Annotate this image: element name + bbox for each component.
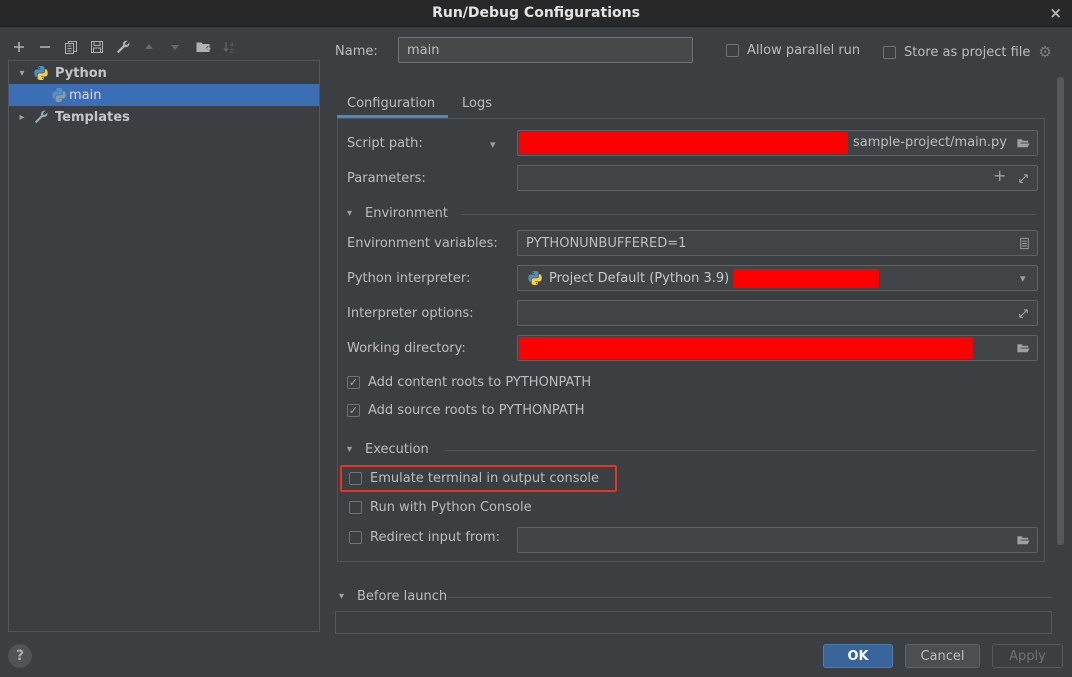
browse-variables-icon[interactable]: [1015, 234, 1033, 252]
add-source-roots-row[interactable]: ✓ Add source roots to PYTHONPATH: [347, 403, 585, 418]
title-bar: Run/Debug Configurations ×: [0, 0, 1072, 27]
execution-section-chevron-icon[interactable]: ▾: [347, 444, 352, 455]
tree-item-templates[interactable]: ▸ Templates: [9, 106, 319, 128]
copy-icon[interactable]: [62, 38, 80, 56]
apply-button[interactable]: Apply: [992, 644, 1063, 668]
expand-field-icon[interactable]: [1014, 169, 1032, 187]
run-python-console-row[interactable]: Run with Python Console: [349, 500, 532, 515]
before-launch-label[interactable]: Before launch: [357, 589, 447, 604]
svg-text:a: a: [230, 41, 234, 48]
chevron-right-icon[interactable]: ▸: [15, 112, 29, 123]
add-icon[interactable]: [10, 38, 28, 56]
move-down-icon[interactable]: [166, 38, 184, 56]
store-as-project-file-label[interactable]: Store as project file: [904, 45, 1030, 60]
python-interpreter-value: Project Default (Python 3.9): [549, 271, 729, 286]
tab-logs[interactable]: Logs: [462, 96, 492, 111]
section-rule: [462, 214, 1036, 215]
help-button[interactable]: ?: [8, 644, 32, 668]
tree-item-main[interactable]: main: [9, 84, 319, 106]
ok-button[interactable]: OK: [823, 644, 893, 668]
redirect-input-label[interactable]: Redirect input from:: [370, 530, 500, 545]
add-content-roots-row[interactable]: ✓ Add content roots to PYTHONPATH: [347, 375, 591, 390]
allow-parallel-run-label[interactable]: Allow parallel run: [747, 43, 860, 58]
parameters-input[interactable]: [517, 165, 1038, 191]
allow-parallel-run-checkbox-row[interactable]: Allow parallel run: [726, 43, 860, 58]
redaction-overlay: [519, 337, 973, 359]
python-interpreter-label: Python interpreter:: [347, 271, 470, 286]
store-as-project-file-checkbox[interactable]: [883, 46, 896, 59]
script-path-value: sample-project/main.py: [853, 135, 1007, 150]
run-python-console-checkbox[interactable]: [349, 501, 362, 514]
interpreter-dropdown-icon[interactable]: ▾: [1020, 272, 1026, 285]
script-path-kind-dropdown-icon[interactable]: ▾: [490, 138, 496, 151]
before-launch-task-list[interactable]: [335, 611, 1052, 634]
new-folder-icon[interactable]: [194, 38, 212, 56]
allow-parallel-run-checkbox[interactable]: [726, 44, 739, 57]
before-launch-chevron-icon[interactable]: ▾: [339, 591, 344, 602]
chevron-down-icon[interactable]: ▾: [15, 68, 29, 79]
red-highlight-annotation: [340, 465, 617, 492]
redirect-input-file-input[interactable]: [517, 527, 1038, 553]
tree-item-python[interactable]: ▾ Python: [9, 62, 319, 84]
cancel-button[interactable]: Cancel: [905, 644, 980, 668]
configurations-tree: ▾ Python main ▸ Templates: [8, 60, 320, 632]
add-macro-icon[interactable]: +: [993, 166, 1006, 185]
close-icon[interactable]: ×: [1049, 4, 1062, 22]
name-label: Name:: [335, 44, 378, 59]
environment-variables-input[interactable]: PYTHONUNBUFFERED=1: [517, 230, 1038, 256]
svg-text:z: z: [230, 48, 233, 55]
interpreter-options-label: Interpreter options:: [347, 306, 474, 321]
python-icon: [33, 65, 49, 81]
add-source-roots-label[interactable]: Add source roots to PYTHONPATH: [368, 403, 585, 418]
name-value: main: [399, 43, 439, 58]
redaction-overlay: [733, 269, 879, 288]
interpreter-options-input[interactable]: [517, 300, 1038, 326]
edit-templates-wrench-icon[interactable]: [114, 38, 132, 56]
python-icon: [51, 87, 67, 103]
remove-icon[interactable]: [36, 38, 54, 56]
environment-variables-label: Environment variables:: [347, 236, 498, 251]
tree-item-templates-label[interactable]: Templates: [55, 110, 130, 125]
add-content-roots-checkbox[interactable]: ✓: [347, 376, 360, 389]
gear-icon[interactable]: ⚙: [1038, 43, 1051, 61]
add-content-roots-label[interactable]: Add content roots to PYTHONPATH: [368, 375, 591, 390]
redirect-input-checkbox[interactable]: [349, 531, 362, 544]
execution-section-label[interactable]: Execution: [365, 442, 429, 457]
environment-section-chevron-icon[interactable]: ▾: [347, 208, 352, 219]
folder-icon[interactable]: [1014, 339, 1032, 357]
environment-variables-value: PYTHONUNBUFFERED=1: [518, 236, 686, 251]
redaction-overlay: [519, 132, 848, 154]
store-as-project-file-checkbox-row[interactable]: Store as project file ⚙: [883, 43, 1052, 61]
move-up-icon[interactable]: [140, 38, 158, 56]
vertical-scrollbar-thumb[interactable]: [1057, 77, 1064, 545]
wrench-icon: [33, 109, 49, 125]
save-icon[interactable]: [88, 38, 106, 56]
redirect-input-row[interactable]: Redirect input from:: [349, 530, 500, 545]
environment-section-label[interactable]: Environment: [365, 206, 448, 221]
python-icon: [527, 270, 543, 286]
run-python-console-label[interactable]: Run with Python Console: [370, 500, 532, 515]
run-debug-configurations-dialog: Run/Debug Configurations × az ▾ Python: [0, 0, 1072, 677]
working-directory-label: Working directory:: [347, 341, 466, 356]
section-rule: [445, 450, 1036, 451]
tree-item-main-label[interactable]: main: [69, 88, 101, 103]
dialog-title: Run/Debug Configurations: [432, 5, 640, 21]
tab-configuration[interactable]: Configuration: [347, 96, 435, 111]
folder-icon[interactable]: [1014, 531, 1032, 549]
sort-alphabetically-icon[interactable]: az: [220, 38, 238, 56]
tree-item-python-label[interactable]: Python: [55, 66, 107, 81]
parameters-label: Parameters:: [347, 171, 426, 186]
expand-field-icon[interactable]: [1014, 304, 1032, 322]
add-source-roots-checkbox[interactable]: ✓: [347, 404, 360, 417]
name-input[interactable]: main: [398, 37, 693, 63]
section-rule: [448, 597, 1052, 598]
script-path-label: Script path:: [347, 136, 423, 151]
folder-icon[interactable]: [1014, 134, 1032, 152]
